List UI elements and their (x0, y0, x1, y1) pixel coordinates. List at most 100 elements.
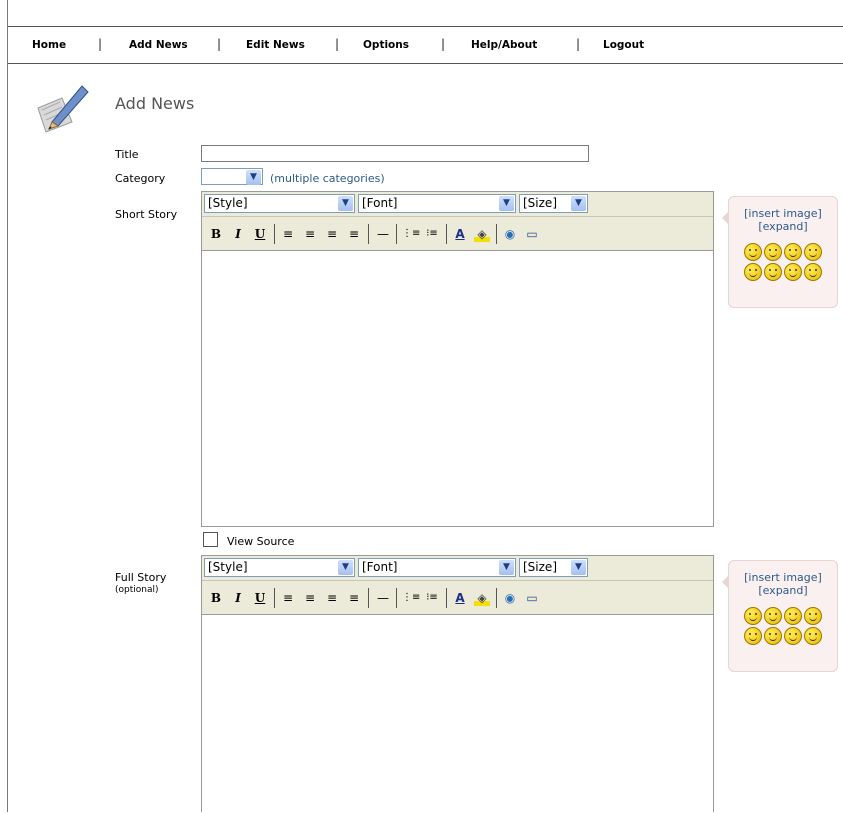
style-select[interactable]: [Style] ▼ (204, 558, 355, 577)
laugh-icon[interactable] (744, 627, 762, 645)
multiple-categories-link[interactable]: (multiple categories) (270, 172, 385, 185)
style-select-value: [Style] (208, 196, 248, 210)
tongue-icon[interactable] (804, 243, 822, 261)
bold-icon[interactable]: B (208, 590, 224, 606)
style-select[interactable]: [Style] ▼ (204, 194, 355, 213)
laugh-icon[interactable] (744, 263, 762, 281)
nav-add-news[interactable]: Add News (129, 39, 188, 51)
short-story-label: Short Story (115, 208, 178, 221)
surprised-icon[interactable] (784, 243, 802, 261)
underline-icon[interactable]: U (252, 226, 268, 242)
full-story-editor: [Style] ▼ [Font] ▼ [Size] ▼ B I U ≡ ≡ ≡ … (201, 555, 714, 812)
insert-table-icon[interactable]: ▭ (524, 226, 540, 242)
full-story-text-area[interactable] (202, 615, 713, 813)
angry-icon[interactable] (784, 263, 802, 281)
align-center-icon[interactable]: ≡ (302, 590, 318, 606)
chevron-down-icon: ▼ (499, 560, 514, 575)
cool-icon[interactable] (804, 263, 822, 281)
underline-icon[interactable]: U (252, 590, 268, 606)
font-select-value: [Font] (362, 560, 398, 574)
smile-icon[interactable] (744, 243, 762, 261)
toolbar-separator (496, 224, 497, 244)
italic-icon[interactable]: I (230, 590, 246, 606)
size-select[interactable]: [Size] ▼ (519, 194, 588, 213)
title-input[interactable] (201, 145, 589, 162)
toolbar-separator (446, 588, 447, 608)
view-source-label: View Source (227, 535, 295, 548)
style-select-value: [Style] (208, 560, 248, 574)
editor-format-toolbar: [Style] ▼ [Font] ▼ [Size] ▼ (202, 192, 713, 217)
nav-separator: | (98, 37, 103, 51)
italic-icon[interactable]: I (230, 226, 246, 242)
surprised-icon[interactable] (784, 607, 802, 625)
toolbar-separator (396, 224, 397, 244)
chevron-down-icon: ▼ (571, 560, 586, 575)
sad-icon[interactable] (764, 263, 782, 281)
nav-help-about[interactable]: Help/About (471, 39, 537, 51)
toolbar-separator (368, 224, 369, 244)
top-navigation: Home | Add News | Edit News | Options | … (8, 26, 843, 64)
unordered-list-icon[interactable]: ⁝≡ (424, 226, 440, 242)
tongue-icon[interactable] (804, 607, 822, 625)
size-select-value: [Size] (523, 196, 557, 210)
unordered-list-icon[interactable]: ⁝≡ (424, 590, 440, 606)
bold-icon[interactable]: B (208, 226, 224, 242)
align-center-icon[interactable]: ≡ (302, 226, 318, 242)
align-right-icon[interactable]: ≡ (324, 590, 340, 606)
toolbar-separator (274, 588, 275, 608)
font-select[interactable]: [Font] ▼ (358, 194, 516, 213)
category-label: Category (115, 172, 166, 185)
align-left-icon[interactable]: ≡ (280, 590, 296, 606)
nav-separator: | (217, 37, 222, 51)
insert-image-link[interactable]: [insert image] (729, 207, 837, 220)
align-left-icon[interactable]: ≡ (280, 226, 296, 242)
short-story-text-area[interactable] (202, 251, 713, 528)
chevron-down-icon: ▼ (499, 196, 514, 211)
toolbar-separator (368, 588, 369, 608)
font-select[interactable]: [Font] ▼ (358, 558, 516, 577)
insert-image-link[interactable]: [insert image] (729, 571, 837, 584)
chevron-down-icon: ▼ (338, 196, 353, 211)
ordered-list-icon[interactable]: ⋮≡ (402, 226, 420, 242)
nav-options[interactable]: Options (363, 39, 409, 51)
horizontal-rule-icon[interactable]: — (375, 590, 391, 606)
toolbar-separator (274, 224, 275, 244)
angry-icon[interactable] (784, 627, 802, 645)
justify-icon[interactable]: ≡ (346, 226, 362, 242)
insert-link-icon[interactable]: ◉ (502, 590, 518, 606)
title-label: Title (115, 148, 139, 161)
nav-logout[interactable]: Logout (603, 39, 644, 51)
chevron-down-icon: ▼ (338, 560, 353, 575)
align-right-icon[interactable]: ≡ (324, 226, 340, 242)
insert-table-icon[interactable]: ▭ (524, 590, 540, 606)
sad-icon[interactable] (764, 627, 782, 645)
chevron-down-icon: ▼ (246, 170, 261, 185)
justify-icon[interactable]: ≡ (346, 590, 362, 606)
smile-icon[interactable] (744, 607, 762, 625)
editor-format-toolbar: [Style] ▼ [Font] ▼ [Size] ▼ (202, 556, 713, 581)
ordered-list-icon[interactable]: ⋮≡ (402, 590, 420, 606)
view-source-checkbox[interactable] (203, 532, 218, 547)
horizontal-rule-icon[interactable]: — (375, 226, 391, 242)
nav-separator: | (335, 37, 340, 51)
panel-notch (722, 211, 729, 225)
insert-link-icon[interactable]: ◉ (502, 226, 518, 242)
category-select[interactable]: ▼ (201, 168, 263, 185)
highlight-color-icon[interactable]: ◈ (474, 590, 490, 606)
text-color-icon[interactable]: A (452, 226, 468, 242)
wink-icon[interactable] (764, 607, 782, 625)
nav-home[interactable]: Home (32, 39, 66, 51)
expand-link[interactable]: [expand] (729, 220, 837, 233)
cool-icon[interactable] (804, 627, 822, 645)
full-story-label-text: Full Story (115, 571, 167, 584)
text-color-icon[interactable]: A (452, 590, 468, 606)
expand-link[interactable]: [expand] (729, 584, 837, 597)
font-select-value: [Font] (362, 196, 398, 210)
size-select[interactable]: [Size] ▼ (519, 558, 588, 577)
editor-button-toolbar: B I U ≡ ≡ ≡ ≡ — ⋮≡ ⁝≡ A ◈ ◉ ▭ (202, 217, 713, 251)
nav-edit-news[interactable]: Edit News (246, 39, 305, 51)
highlight-color-icon[interactable]: ◈ (474, 226, 490, 242)
short-story-editor: [Style] ▼ [Font] ▼ [Size] ▼ B I U ≡ ≡ ≡ … (201, 191, 714, 527)
size-select-value: [Size] (523, 560, 557, 574)
wink-icon[interactable] (764, 243, 782, 261)
